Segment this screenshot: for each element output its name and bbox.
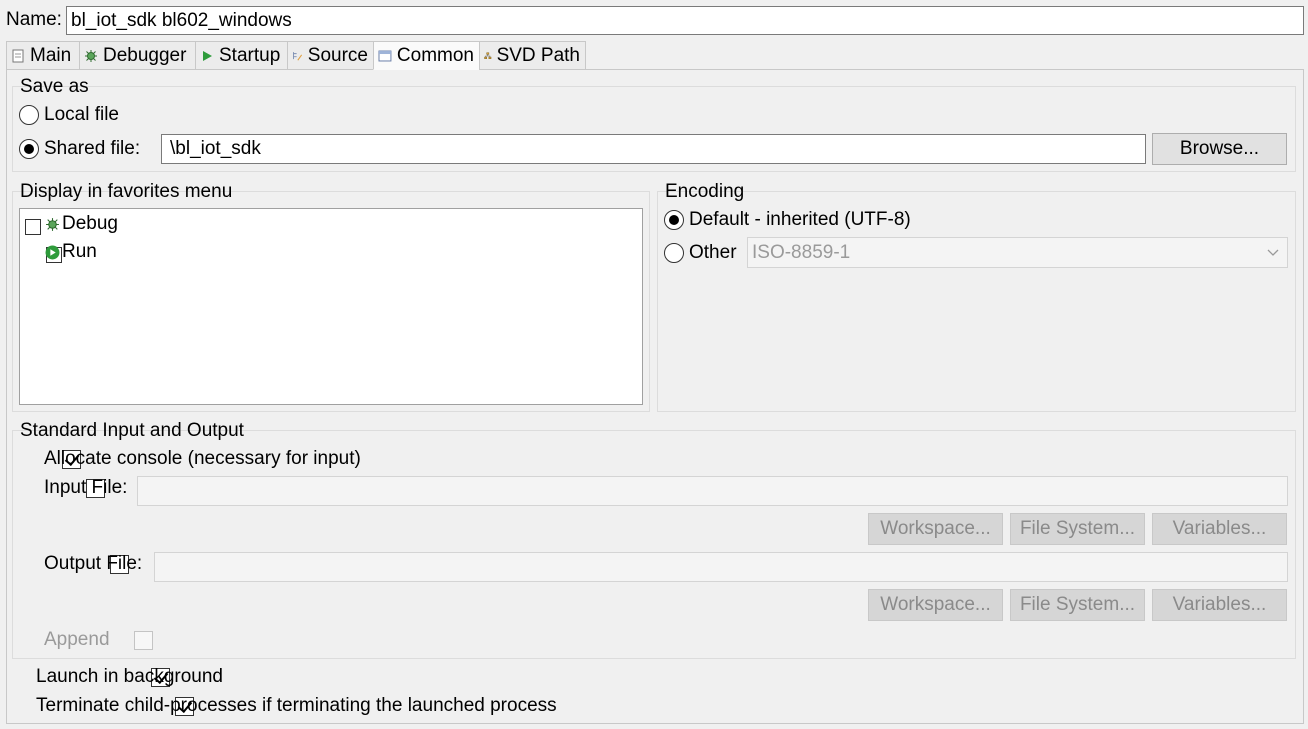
tab-debugger[interactable]: Debugger: [79, 41, 195, 70]
local-file-radio[interactable]: [19, 105, 39, 125]
favorites-list[interactable]: [19, 208, 643, 405]
output-file-field[interactable]: [154, 552, 1288, 582]
encoding-default-label: Default - inherited (UTF-8): [689, 209, 911, 230]
stdio-title: Standard Input and Output: [20, 420, 244, 441]
append-label: Append: [44, 629, 110, 650]
tab-main-label: Main: [30, 44, 72, 66]
input-workspace-button[interactable]: Workspace...: [868, 513, 1003, 545]
name-input[interactable]: [66, 6, 1304, 35]
input-file-label: Input File:: [44, 477, 128, 498]
bug-icon: [46, 218, 59, 231]
output-variables-button[interactable]: Variables...: [1152, 589, 1287, 621]
input-filesystem-button[interactable]: File System...: [1010, 513, 1145, 545]
browse-button[interactable]: Browse...: [1152, 133, 1287, 165]
common-icon: [378, 50, 392, 61]
encoding-other-value: ISO-8859-1: [752, 242, 851, 263]
tab-common-label: Common: [396, 44, 474, 66]
tab-svd-path-label: SVD Path: [496, 44, 580, 66]
source-icon: [293, 51, 303, 61]
append-checkbox[interactable]: [134, 631, 154, 650]
tab-main[interactable]: Main: [6, 41, 79, 70]
tab-startup-label: Startup: [219, 44, 281, 66]
output-filesystem-button[interactable]: File System...: [1010, 589, 1145, 621]
tab-source[interactable]: Source: [287, 41, 373, 70]
favorite-run-label: Run: [62, 241, 97, 262]
output-workspace-button[interactable]: Workspace...: [868, 589, 1003, 621]
output-file-label: Output File:: [44, 553, 143, 574]
encoding-title: Encoding: [665, 181, 745, 202]
svd-icon: [484, 51, 492, 59]
name-label: Name:: [6, 9, 62, 30]
shared-file-input[interactable]: [161, 134, 1146, 164]
input-variables-button[interactable]: Variables...: [1152, 513, 1287, 545]
page-icon: [12, 49, 24, 62]
tab-source-label: Source: [307, 44, 368, 66]
tab-bar: Main Debugger Startup Source Common SVD …: [6, 41, 586, 70]
bug-icon: [85, 49, 97, 62]
allocate-console-label: Allocate console (necessary for input): [44, 448, 361, 469]
input-file-field[interactable]: [137, 476, 1288, 506]
save-as-title: Save as: [20, 76, 89, 97]
chevron-down-icon: [1267, 249, 1279, 256]
favorites-title: Display in favorites menu: [20, 181, 233, 202]
encoding-other-label: Other: [689, 242, 737, 263]
play-icon: [203, 50, 212, 61]
tab-common[interactable]: Common: [373, 41, 479, 70]
shared-file-radio[interactable]: [19, 139, 39, 159]
favorite-debug-checkbox[interactable]: [25, 219, 41, 235]
tab-startup[interactable]: Startup: [195, 41, 287, 70]
encoding-other-radio[interactable]: [664, 243, 684, 263]
shared-file-label: Shared file:: [44, 138, 141, 159]
tab-svd-path[interactable]: SVD Path: [479, 41, 586, 70]
launch-background-label: Launch in background: [36, 666, 223, 687]
encoding-default-radio[interactable]: [664, 210, 684, 230]
encoding-other-select[interactable]: ISO-8859-1: [747, 237, 1288, 268]
favorite-debug-label: Debug: [62, 213, 118, 234]
local-file-label: Local file: [44, 104, 119, 125]
tab-debugger-label: Debugger: [103, 44, 187, 66]
run-icon: [45, 245, 60, 260]
terminate-children-label: Terminate child-processes if terminating…: [36, 695, 557, 716]
